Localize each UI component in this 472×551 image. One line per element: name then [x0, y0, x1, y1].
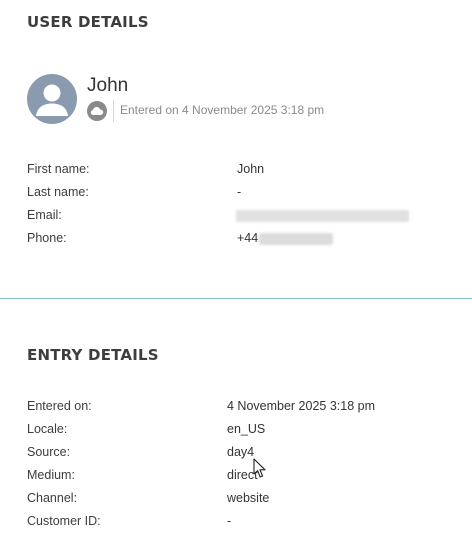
- locale-label: Locale:: [27, 422, 68, 436]
- user-entry-panel: USER DETAILS John Entered on 4 November …: [0, 0, 472, 551]
- source-label: Source:: [27, 445, 71, 459]
- user-name: John: [87, 75, 129, 96]
- entered-on-row: Entered on: 4 November 2025 3:18 pm: [0, 399, 472, 417]
- email-row: Email:: [0, 208, 472, 226]
- user-silhouette-icon: [36, 84, 68, 116]
- channel-label: Channel:: [27, 491, 78, 505]
- meta-divider: [113, 100, 114, 122]
- source-value: day4: [227, 445, 255, 459]
- phone-redacted-digits: [259, 232, 334, 245]
- medium-row: Medium: direct: [0, 468, 472, 486]
- user-details-title: USER DETAILS: [27, 13, 149, 31]
- source-row: Source: day4: [0, 445, 472, 463]
- cloud-icon: [87, 101, 107, 121]
- avatar: [27, 74, 77, 124]
- entered-on-meta: Entered on 4 November 2025 3:18 pm: [120, 103, 325, 117]
- last-name-value: -: [237, 185, 242, 199]
- section-separator: [0, 298, 472, 299]
- email-label: Email:: [27, 208, 62, 222]
- phone-value: +44: [237, 231, 334, 245]
- phone-row: Phone: +44: [0, 231, 472, 249]
- customer-id-value: -: [227, 514, 232, 528]
- email-redacted-value: [236, 210, 409, 222]
- locale-row: Locale: en_US: [0, 422, 472, 440]
- phone-label: Phone:: [27, 231, 67, 245]
- first-name-row: First name: John: [0, 162, 472, 180]
- mouse-pointer-icon: [253, 458, 266, 478]
- last-name-row: Last name: -: [0, 185, 472, 203]
- entered-on-value: 4 November 2025 3:18 pm: [227, 399, 376, 413]
- customer-id-row: Customer ID: -: [0, 514, 472, 532]
- last-name-label: Last name:: [27, 185, 89, 199]
- entered-on-label: Entered on:: [27, 399, 92, 413]
- phone-prefix: +44: [237, 231, 259, 245]
- channel-value: website: [227, 491, 270, 505]
- channel-row: Channel: website: [0, 491, 472, 509]
- first-name-label: First name:: [27, 162, 90, 176]
- medium-label: Medium:: [27, 468, 75, 482]
- first-name-value: John: [237, 162, 265, 176]
- entry-details-title: ENTRY DETAILS: [27, 346, 159, 364]
- customer-id-label: Customer ID:: [27, 514, 101, 528]
- locale-value: en_US: [227, 422, 266, 436]
